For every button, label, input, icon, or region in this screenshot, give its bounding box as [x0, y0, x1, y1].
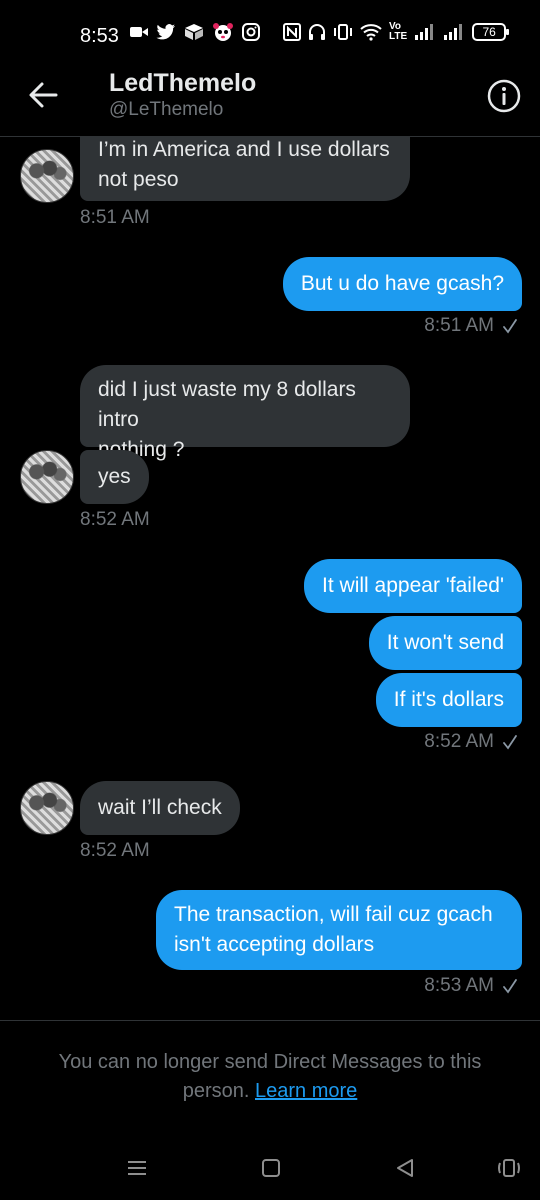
footer-divider — [0, 1020, 540, 1021]
instagram-icon — [242, 23, 260, 41]
nfc-icon — [283, 23, 301, 41]
outgoing-message[interactable]: The transaction, will fail cuz gcach isn… — [156, 890, 522, 970]
message-line: isn't accepting dollars — [174, 933, 375, 956]
notice-prefix: person. — [182, 1080, 250, 1102]
message-status: 8:52 AM — [424, 731, 518, 753]
outgoing-message[interactable]: If it's dollars — [375, 673, 522, 727]
learn-more-link[interactable]: Learn more — [255, 1080, 357, 1102]
volte-label: Vo LTE — [389, 22, 407, 42]
status-bar: 8:53 Vo LTE 76 — [0, 0, 540, 60]
contact-name[interactable]: LedThemelo — [109, 68, 256, 98]
vibrate-icon — [334, 24, 352, 40]
outgoing-message[interactable]: But u do have gcash? — [282, 257, 522, 311]
home-icon[interactable] — [260, 1157, 282, 1179]
message-status: 8:53 AM — [424, 975, 518, 997]
message-timestamp: 8:51 AM — [80, 207, 150, 228]
box-app-icon — [185, 24, 203, 40]
twitter-bird-icon — [156, 24, 175, 40]
message-timestamp: 8:52 AM — [80, 840, 150, 861]
status-time: 8:53 — [80, 25, 119, 47]
message-line: It will appear 'failed' — [322, 574, 504, 597]
notice-line-1: You can no longer send Direct Messages t… — [58, 1051, 482, 1073]
message-line: not peso — [98, 168, 179, 191]
battery-icon: 76 — [472, 23, 510, 41]
message-line: It won't send — [386, 631, 504, 654]
checkmark-icon — [503, 319, 517, 334]
message-timestamp: 8:51 AM — [424, 315, 494, 336]
message-line: If it's dollars — [393, 688, 504, 711]
signal-strength-2-icon — [444, 24, 463, 40]
incoming-message[interactable]: did I just waste my 8 dollars intro noth… — [80, 365, 410, 461]
message-line: I’m in America and I use dollars — [98, 138, 390, 161]
message-line: The transaction, will fail cuz gcach — [174, 903, 493, 926]
checkmark-icon — [503, 735, 517, 750]
message-status: 8:51 AM — [424, 315, 518, 337]
message-line: wait I’ll check — [98, 796, 222, 819]
notice-line-2: person. Learn more — [0, 1077, 540, 1106]
outgoing-message[interactable]: It won't send — [368, 616, 522, 670]
message-line: did I just waste my 8 dollars intro — [98, 378, 356, 431]
video-camera-icon — [130, 27, 148, 37]
signal-strength-icon — [415, 24, 434, 40]
wifi-icon — [360, 24, 382, 41]
message-timestamp: 8:53 AM — [424, 975, 494, 996]
message-line: But u do have gcash? — [300, 272, 504, 295]
avatar[interactable] — [20, 450, 74, 504]
conversation-header: LedThemelo @LeThemelo — [0, 60, 540, 137]
incoming-message[interactable]: wait I’ll check — [80, 781, 240, 835]
back-triangle-icon[interactable] — [394, 1157, 416, 1179]
outgoing-message[interactable]: It will appear 'failed' — [304, 559, 522, 613]
system-icons: Vo LTE 76 — [283, 22, 510, 42]
assistant-icon[interactable] — [496, 1157, 522, 1179]
contact-handle[interactable]: @LeThemelo — [109, 98, 223, 122]
volte-bottom-text: LTE — [389, 31, 408, 42]
message-line: yes — [98, 465, 131, 488]
message-thread[interactable]: I’m in America and I use dollars not pes… — [0, 137, 540, 1020]
message-timestamp: 8:52 AM — [80, 509, 150, 530]
avatar[interactable] — [20, 781, 74, 835]
back-arrow-icon[interactable] — [26, 78, 60, 112]
avatar[interactable] — [20, 149, 74, 203]
message-timestamp: 8:52 AM — [424, 731, 494, 752]
dm-disabled-notice: You can no longer send Direct Messages t… — [0, 1048, 540, 1106]
system-navigation-bar — [0, 1140, 540, 1200]
checkmark-icon — [503, 979, 517, 994]
incoming-message[interactable]: yes — [80, 450, 149, 504]
notification-icons — [130, 22, 260, 42]
recent-apps-icon[interactable] — [126, 1157, 148, 1179]
incoming-message[interactable]: I’m in America and I use dollars not pes… — [80, 137, 410, 201]
panda-app-icon — [213, 23, 233, 41]
info-icon[interactable] — [486, 78, 522, 114]
headphones-icon — [309, 24, 325, 40]
